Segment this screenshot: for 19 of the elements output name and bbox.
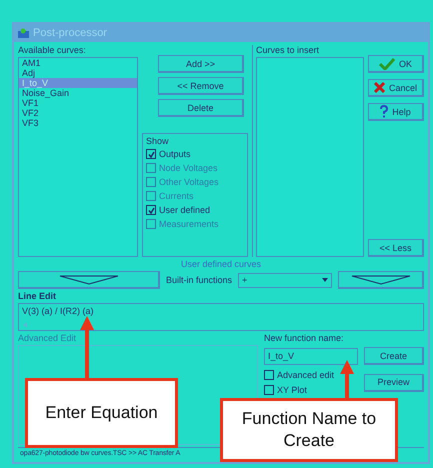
list-label: Available curves: <box>18 45 87 55</box>
checkbox-label: User defined <box>159 204 210 216</box>
checkbox-label: Node Voltages <box>159 162 218 174</box>
checkbox-label: XY Plot <box>277 384 307 396</box>
annotation-tooltip: Enter Equation <box>25 378 178 448</box>
annotation-tooltip: Function Name to Create <box>220 398 398 462</box>
group-title: Show <box>146 136 170 146</box>
section-title: User defined curves <box>180 259 262 269</box>
window-title: Post-processor <box>33 27 107 39</box>
checkbox-label: Currents <box>159 190 194 202</box>
list-label: Curves to insert <box>256 45 320 55</box>
field-label: Advanced Edit <box>18 333 78 343</box>
checkbox-label: Other Voltages <box>159 176 219 188</box>
field-label: New function name: <box>264 333 345 343</box>
field-label: Line Edit <box>18 291 57 301</box>
checkbox-label: Advanced edit <box>277 369 334 381</box>
combo-label: Built-in functions <box>166 275 232 285</box>
checkbox-label: Outputs <box>159 148 191 160</box>
checkbox-label: Measurements <box>159 218 219 230</box>
